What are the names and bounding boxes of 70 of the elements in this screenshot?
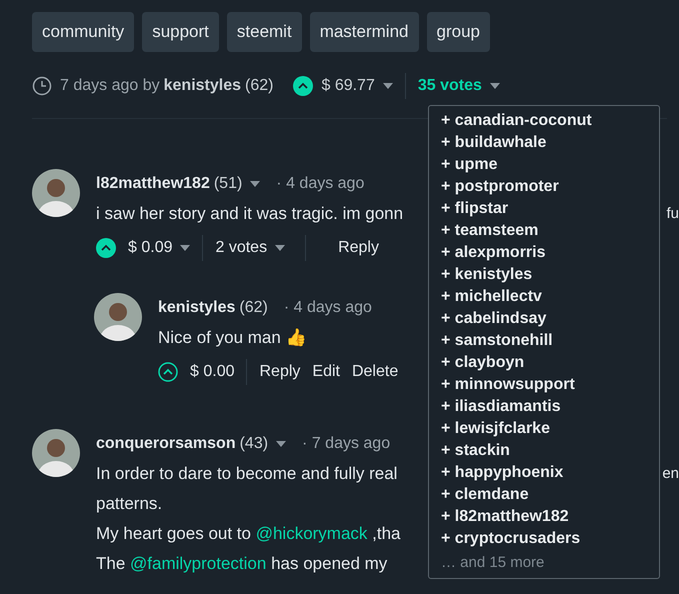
caret-icon[interactable] — [250, 181, 260, 187]
voter-item[interactable]: + iliasdiamantis — [441, 396, 647, 418]
reputation: (43) — [240, 434, 268, 454]
post-time: 7 days ago by — [60, 76, 160, 96]
voter-item[interactable]: + cryptocrusaders — [441, 528, 647, 550]
caret-icon[interactable] — [275, 245, 286, 251]
upvote-icon[interactable] — [96, 238, 116, 258]
voter-item[interactable]: + clemdane — [441, 484, 647, 506]
comment-text: patterns. — [96, 493, 162, 515]
caret-icon[interactable] — [180, 245, 190, 251]
comment-text: fu — [666, 204, 679, 224]
upvote-icon[interactable] — [158, 362, 178, 382]
tag[interactable]: group — [426, 12, 490, 52]
payout[interactable]: $ 0.09 — [128, 233, 172, 263]
comment-author[interactable]: l82matthew182 — [96, 169, 210, 199]
voter-item[interactable]: + buildawhale — [441, 132, 647, 154]
caret-icon[interactable] — [382, 83, 393, 89]
voter-item[interactable]: + stackin — [441, 440, 647, 462]
comment-action-link[interactable]: Delete — [352, 357, 398, 387]
voter-item[interactable]: + samstonehill — [441, 330, 647, 352]
voter-item[interactable]: + alexpmorris — [441, 242, 647, 264]
votes-link[interactable]: 2 votes — [215, 233, 268, 263]
more-voters: … and 15 more — [441, 553, 546, 573]
comment-author[interactable]: kenistyles — [158, 293, 236, 323]
tag[interactable]: mastermind — [310, 12, 418, 52]
caret-icon[interactable] — [276, 441, 286, 447]
payout[interactable]: $ 0.00 — [190, 357, 234, 387]
comment-time: · 7 days ago — [302, 434, 390, 454]
comment-text: The @familyprotection has opened my — [96, 553, 388, 575]
comment-time: · 4 days ago — [284, 298, 372, 318]
avatar[interactable] — [94, 293, 142, 341]
avatar[interactable] — [32, 169, 80, 217]
voter-item[interactable]: + clayboyn — [441, 352, 647, 374]
avatar[interactable] — [32, 429, 80, 477]
comment-action-link[interactable]: Reply — [338, 233, 379, 263]
voter-item[interactable]: + michellectv — [441, 286, 647, 308]
tag[interactable]: steemit — [226, 12, 302, 52]
reputation: (62) — [245, 76, 274, 96]
comment-text: i saw her story and it was tragic. im gonn — [96, 203, 404, 225]
voter-item[interactable]: + cabelindsay — [441, 308, 647, 330]
votes-link[interactable]: 35 votes — [418, 74, 482, 98]
upvote-icon[interactable] — [293, 76, 314, 96]
voter-item[interactable]: + lewisjfclarke — [441, 418, 647, 440]
voter-item[interactable]: + canadian-coconut — [441, 110, 647, 132]
tag[interactable]: support — [142, 12, 219, 52]
comment-text: In order to dare to become and fully real — [96, 463, 398, 485]
voter-item[interactable]: + happyphoenix — [441, 462, 647, 484]
comment-author[interactable]: conquerorsamson — [96, 429, 236, 459]
clock-icon — [32, 76, 52, 96]
voter-item[interactable]: + minnowsupport — [441, 374, 647, 396]
voter-item[interactable]: + upme — [441, 154, 647, 176]
comment-text: My heart goes out to @hickorymack ,tha — [96, 523, 401, 545]
comment-text: en — [662, 464, 679, 484]
tag[interactable]: community — [32, 12, 134, 52]
reputation: (62) — [239, 298, 268, 318]
voter-item[interactable]: + kenistyles — [441, 264, 647, 286]
comment-action-link[interactable]: Reply — [259, 357, 300, 387]
voter-item[interactable]: + flipstar — [441, 198, 647, 220]
voter-item[interactable]: + teamsteem — [441, 220, 647, 242]
mention-link[interactable]: @hickorymack — [256, 524, 368, 543]
comment-time: · 4 days ago — [276, 174, 364, 194]
comment-action-link[interactable]: Edit — [312, 357, 340, 387]
payout[interactable]: $ 69.77 — [321, 74, 375, 98]
reputation: (51) — [214, 174, 242, 194]
caret-icon[interactable] — [490, 83, 500, 89]
author-name[interactable]: kenistyles — [164, 74, 242, 98]
comment-text: Nice of you man 👍 — [158, 327, 307, 349]
voter-item[interactable]: + postpromoter — [441, 176, 647, 198]
mention-link[interactable]: @familyprotection — [130, 554, 266, 573]
voter-item[interactable]: + l82matthew182 — [441, 506, 647, 528]
